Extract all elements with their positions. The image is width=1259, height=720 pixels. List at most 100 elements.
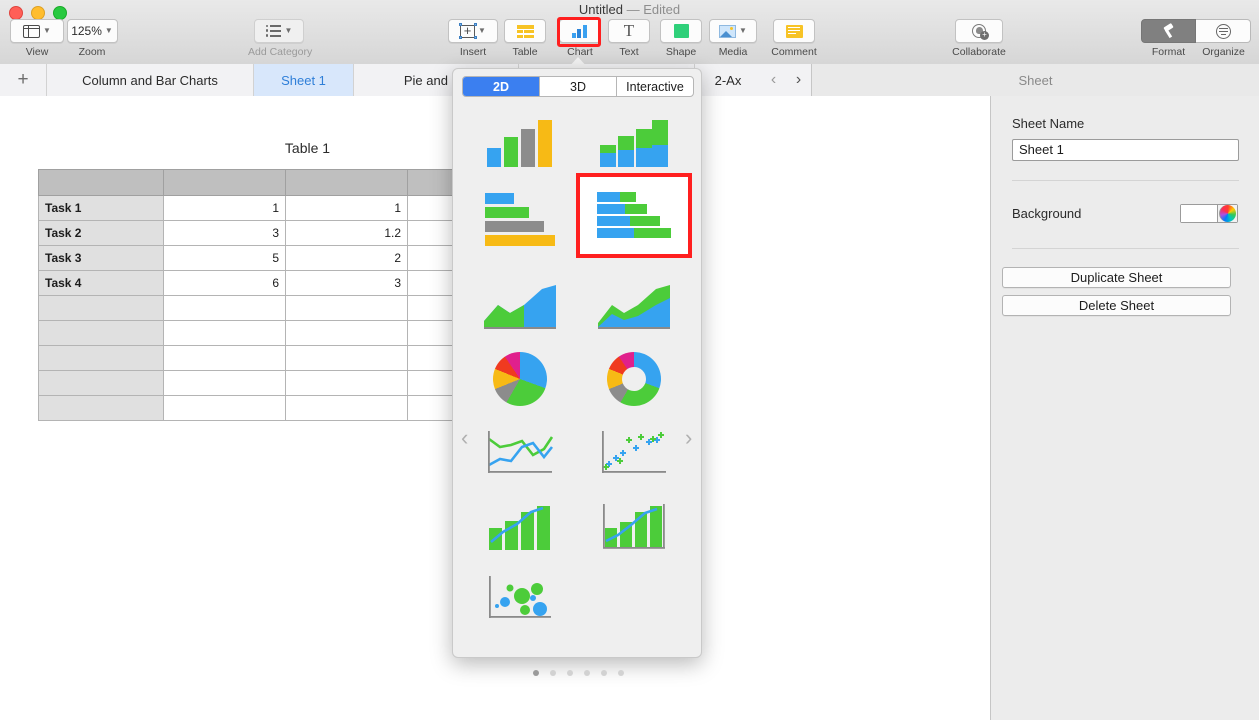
table-cell[interactable]: 2 [285,245,408,271]
toolbar-item-view[interactable]: ▼ View [8,19,66,58]
table-cell[interactable] [285,295,408,321]
delete-sheet-button[interactable]: Delete Sheet [1002,295,1231,316]
table-icon [516,24,534,38]
scatter-chart-thumbnail[interactable] [579,423,689,483]
two-axis-chart-thumbnail[interactable] [579,497,689,557]
insert-object-icon [458,21,477,41]
table-cell[interactable]: 1 [163,195,286,221]
duplicate-sheet-button[interactable]: Duplicate Sheet [1002,267,1231,288]
tab-3d[interactable]: 3D [540,77,617,96]
bar-chart-thumbnail[interactable] [465,187,575,247]
table-cell[interactable]: 1 [285,195,408,221]
table-row-header[interactable]: Task 1 [38,195,164,221]
page-dot[interactable] [549,670,556,676]
media-icon [719,24,737,38]
table-cell[interactable]: 3 [285,270,408,296]
collaborate-label: Collaborate [952,46,1006,58]
sheet-tab-sheet-1[interactable]: Sheet 1 [254,64,354,96]
table-cell[interactable]: 6 [163,270,286,296]
table-cell[interactable] [163,395,286,421]
page-dot[interactable] [566,670,573,676]
text-button[interactable]: T [608,19,650,43]
view-button[interactable]: ▼ [10,19,64,43]
media-button[interactable]: ▼ [709,19,757,43]
table-row-header[interactable] [38,345,164,371]
toolbar-item-comment[interactable]: Comment [764,19,824,58]
stacked-column-chart-thumbnail[interactable] [579,113,689,173]
toolbar-item-text[interactable]: T Text [608,19,650,58]
donut-chart-thumbnail[interactable] [579,349,689,409]
chart-button[interactable] [559,19,601,43]
document-title: Untitled — Edited [0,2,1259,17]
tab-interactive[interactable]: Interactive [617,77,693,96]
table-cell[interactable]: 5 [163,245,286,271]
table-cell[interactable] [163,320,286,346]
line-chart-thumbnail[interactable] [465,423,575,483]
pie-chart-thumbnail[interactable] [465,349,575,409]
toolbar-item-table[interactable]: Table [500,19,550,58]
table-header-cell[interactable] [163,169,286,196]
toolbar-item-shape[interactable]: Shape [659,19,703,58]
column-chart-thumbnail[interactable] [465,113,575,173]
page-dot[interactable] [583,670,590,676]
table-cell[interactable]: 3 [163,220,286,246]
stacked-area-chart-thumbnail[interactable] [579,277,689,337]
table-row-header[interactable] [38,295,164,321]
table-cell[interactable]: 1.2 [285,220,408,246]
collaborate-button[interactable]: + [955,19,1003,43]
insert-button[interactable]: ▼ [448,19,498,43]
toolbar-item-chart[interactable]: Chart [557,19,603,58]
table-header-cell[interactable] [285,169,408,196]
table-cell[interactable] [285,320,408,346]
bubble-chart-thumbnail[interactable] [465,569,575,629]
table-cell[interactable] [285,370,408,396]
tab-2d[interactable]: 2D [463,77,540,96]
add-sheet-button[interactable]: + [0,64,47,96]
page-dot[interactable] [600,670,607,676]
table-cell[interactable] [163,370,286,396]
color-wheel-button[interactable] [1217,205,1237,222]
sheet-tab-prev-button[interactable]: ‹ [771,71,776,89]
organize-button[interactable] [1196,19,1251,43]
table-cell[interactable] [285,345,408,371]
toolbar-item-zoom[interactable]: 125% ▼ Zoom [63,19,121,58]
format-button[interactable] [1141,19,1196,43]
zoom-value: 125% [71,24,102,38]
page-dot[interactable] [617,670,624,676]
zoom-select[interactable]: 125% ▼ [66,19,118,43]
area-chart-thumbnail[interactable] [465,277,575,337]
table-cell[interactable] [163,345,286,371]
chart-page-prev-button[interactable]: ‹ [461,425,468,451]
mixed-chart-glyph [489,506,550,550]
toolbar-item-media[interactable]: ▼ Media [709,19,757,58]
table-corner-cell[interactable] [38,169,164,196]
table-row-header[interactable] [38,370,164,396]
table-cell[interactable] [163,295,286,321]
sheet-tab-next-button[interactable]: › [796,71,801,89]
chevron-down-icon: ▼ [284,26,293,35]
toolbar-item-collaborate[interactable]: + Collaborate [946,19,1012,58]
page-dot[interactable] [532,670,539,676]
chart-page-next-button[interactable]: › [685,425,692,451]
toolbar-item-insert[interactable]: ▼ Insert [446,19,500,58]
comment-button[interactable] [773,19,815,43]
table-cell[interactable] [285,395,408,421]
table-row-header[interactable] [38,395,164,421]
mixed-chart-thumbnail[interactable] [465,497,575,557]
stacked-bar-chart-thumbnail[interactable] [576,173,692,258]
table-row-header[interactable]: Task 3 [38,245,164,271]
sheet-tab-column-and-bar-charts[interactable]: Column and Bar Charts [47,64,254,96]
table-row-header[interactable] [38,320,164,346]
background-color-fill[interactable] [1181,205,1217,222]
table-button[interactable] [504,19,546,43]
background-color-swatch[interactable] [1180,204,1238,223]
add-category-button[interactable]: ▼ [254,19,304,43]
toolbar-item-add-category[interactable]: ▼ Add Category [248,19,312,58]
table-row-header[interactable]: Task 4 [38,270,164,296]
shape-button[interactable] [660,19,702,43]
table-label: Table [512,46,538,58]
table-row-header[interactable]: Task 2 [38,220,164,246]
sheet-name-input[interactable]: Sheet 1 [1012,139,1239,161]
toolbar: Untitled — Edited ▼ View 125% ▼ Zoom ▼ A… [0,0,1259,65]
sheet-tab-two-axis[interactable]: 2-Ax [695,64,761,96]
